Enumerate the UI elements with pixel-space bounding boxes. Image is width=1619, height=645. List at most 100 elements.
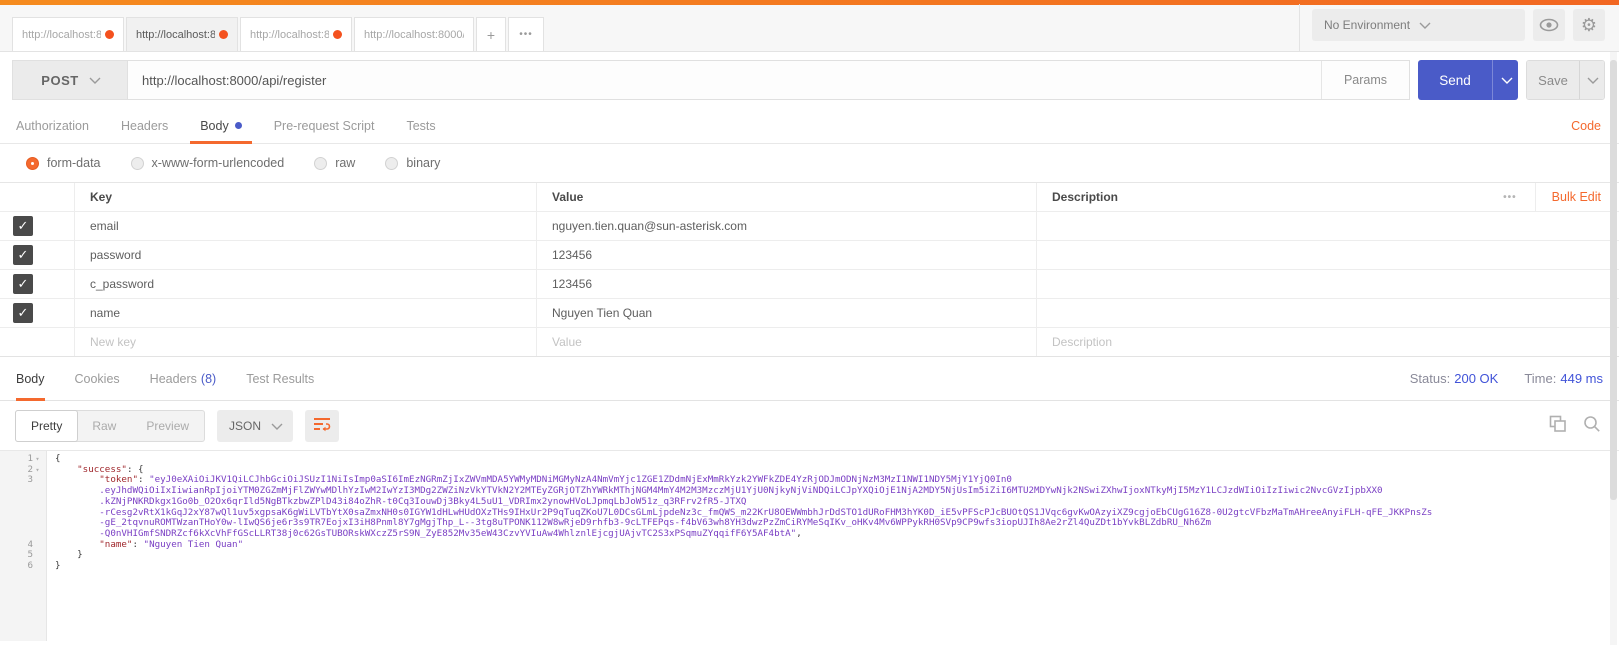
row-check-cell — [0, 328, 75, 356]
description-cell[interactable] — [1037, 212, 1619, 240]
description-cell[interactable] — [1037, 299, 1619, 327]
row-check-cell: ✓ — [0, 212, 75, 240]
table-row: ✓ name Nguyen Tien Quan — [0, 299, 1619, 328]
unsaved-dot-icon — [333, 30, 342, 39]
more-tabs-button[interactable]: ••• — [508, 17, 544, 51]
vertical-scrollbar[interactable] — [1610, 52, 1617, 645]
body-type-row: form-data x-www-form-urlencoded raw bina… — [0, 144, 1619, 182]
url-input[interactable] — [128, 61, 1321, 99]
view-mode-switch: Pretty Raw Preview — [15, 410, 205, 442]
time-value: 449 ms — [1560, 371, 1603, 386]
description-cell[interactable] — [1037, 270, 1619, 298]
wrap-text-icon — [313, 416, 331, 435]
environment-quick-look-button[interactable] — [1533, 9, 1565, 41]
table-row: ✓ password 123456 — [0, 241, 1619, 270]
key-cell[interactable]: email — [75, 212, 537, 240]
send-options-button[interactable] — [1492, 60, 1518, 100]
status-code: Status:200 OK — [1410, 371, 1499, 386]
save-button-group: Save — [1526, 60, 1605, 100]
body-type-binary[interactable]: binary — [385, 156, 440, 170]
view-mode-pretty[interactable]: Pretty — [15, 410, 78, 442]
url-field-group: Params — [127, 60, 1410, 100]
body-type-x-www-form-urlencoded[interactable]: x-www-form-urlencoded — [131, 156, 285, 170]
headers-count-badge: (8) — [201, 372, 216, 386]
tab-label: Body — [16, 372, 45, 386]
body-type-form-data[interactable]: form-data — [26, 156, 101, 170]
key-cell[interactable]: password — [75, 241, 537, 269]
body-type-raw[interactable]: raw — [314, 156, 355, 170]
key-cell[interactable]: c_password — [75, 270, 537, 298]
tab-label: Headers — [150, 372, 197, 386]
radio-label: binary — [406, 156, 440, 170]
request-tab-2[interactable]: http://localhost:800 — [126, 17, 238, 51]
params-button[interactable]: Params — [1321, 61, 1409, 99]
request-tab-1[interactable]: http://localhost:800 — [12, 17, 124, 51]
tab-authorization[interactable]: Authorization — [16, 108, 89, 143]
request-tab-label: http://localhost:800 — [22, 29, 101, 41]
request-tab-label: http://localhost:8000/api/ — [364, 29, 464, 41]
request-tab-3[interactable]: http://localhost:800 — [240, 17, 352, 51]
more-options-icon[interactable]: ••• — [1485, 192, 1535, 203]
tab-label: Pre-request Script — [274, 119, 375, 133]
send-button[interactable]: Send — [1418, 60, 1492, 100]
view-mode-raw[interactable]: Raw — [77, 411, 131, 441]
description-cell[interactable] — [1037, 241, 1619, 269]
tab-tests[interactable]: Tests — [406, 108, 435, 143]
unsaved-dot-icon — [219, 30, 228, 39]
response-tab-body[interactable]: Body — [16, 357, 45, 400]
response-tab-test-results[interactable]: Test Results — [246, 357, 314, 400]
tab-headers[interactable]: Headers — [121, 108, 168, 143]
new-value-input[interactable]: Value — [537, 328, 1037, 356]
table-row: ✓ c_password 123456 — [0, 270, 1619, 299]
language-select[interactable]: JSON — [217, 410, 293, 442]
value-cell[interactable]: nguyen.tien.quan@sun-asterisk.com — [537, 212, 1037, 240]
scrollbar-thumb[interactable] — [1610, 60, 1617, 500]
environment-select[interactable]: No Environment — [1312, 9, 1525, 41]
new-tab-button[interactable]: + — [476, 17, 506, 51]
bulk-edit-link[interactable]: Bulk Edit — [1535, 183, 1619, 211]
new-key-input[interactable]: New key — [75, 328, 537, 356]
response-status-group: Status:200 OK Time:449 ms — [1410, 371, 1603, 386]
tab-pre-request-script[interactable]: Pre-request Script — [274, 108, 375, 143]
new-description-input[interactable]: Description — [1037, 328, 1619, 356]
tab-body[interactable]: Body — [200, 108, 242, 143]
copy-icon — [1549, 422, 1567, 436]
environment-group: No Environment ⚙ — [1312, 9, 1605, 47]
settings-button[interactable]: ⚙ — [1573, 9, 1605, 41]
value-cell[interactable]: Nguyen Tien Quan — [537, 299, 1037, 327]
search-response-button[interactable] — [1583, 415, 1601, 436]
send-button-group: Send — [1418, 60, 1518, 100]
row-checkbox[interactable]: ✓ — [13, 303, 33, 323]
code-link[interactable]: Code — [1571, 119, 1601, 133]
value-cell[interactable]: 123456 — [537, 270, 1037, 298]
chevron-down-icon — [1419, 20, 1514, 30]
radio-label: raw — [335, 156, 355, 170]
column-header-key: Key — [75, 183, 537, 211]
row-checkbox[interactable]: ✓ — [13, 245, 33, 265]
value-cell[interactable]: 123456 — [537, 241, 1037, 269]
response-body-viewer[interactable]: 1▾{2▾ "success": {3 "token": "eyJ0eXAiOi… — [0, 451, 1619, 641]
chevron-down-icon — [1501, 75, 1511, 85]
save-options-button[interactable] — [1579, 61, 1604, 99]
row-checkbox[interactable]: ✓ — [13, 216, 33, 236]
method-select-value: POST — [41, 73, 78, 88]
request-tab-4[interactable]: http://localhost:8000/api/ — [354, 17, 474, 51]
form-data-table: Key Value Description ••• Bulk Edit ✓ em… — [0, 182, 1619, 357]
response-time: Time:449 ms — [1524, 371, 1603, 386]
response-tab-cookies[interactable]: Cookies — [75, 357, 120, 400]
method-select[interactable]: POST — [12, 60, 127, 100]
row-checkbox[interactable]: ✓ — [13, 274, 33, 294]
save-button[interactable]: Save — [1527, 61, 1579, 99]
response-section-tabs: Body Cookies Headers (8) Test Results St… — [0, 357, 1619, 401]
wrap-text-button[interactable] — [305, 410, 339, 442]
tab-label: Authorization — [16, 119, 89, 133]
unsaved-dot-icon — [105, 30, 114, 39]
eye-icon — [1539, 18, 1559, 32]
key-cell[interactable]: name — [75, 299, 537, 327]
tab-label: Tests — [406, 119, 435, 133]
response-tab-headers[interactable]: Headers (8) — [150, 357, 217, 400]
header-actions: ••• Bulk Edit — [1485, 183, 1619, 211]
divider — [1299, 4, 1300, 51]
copy-response-button[interactable] — [1549, 415, 1567, 436]
view-mode-preview[interactable]: Preview — [131, 411, 204, 441]
